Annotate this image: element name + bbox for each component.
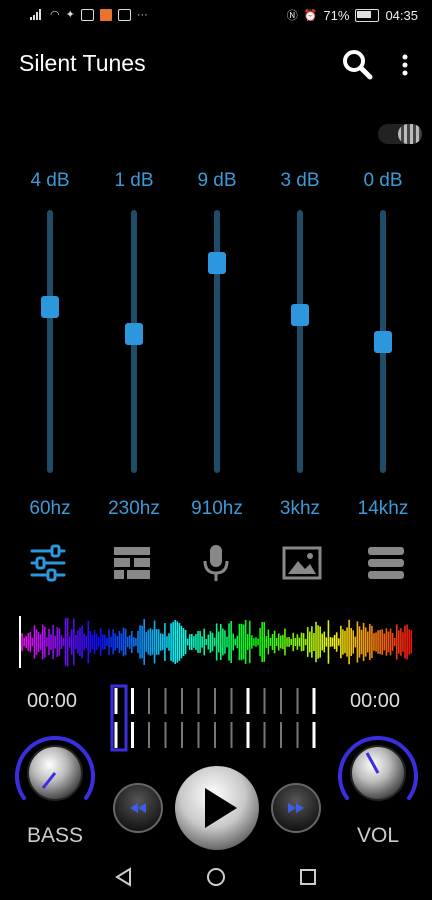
status-bar: ◠ ✦ ··· Ⓝ ⏰ 71% 04:35 [0,0,432,32]
band-slider-thumb[interactable] [125,322,143,345]
image-icon[interactable] [282,543,322,583]
band-slider-thumb[interactable] [374,330,392,353]
bass-knob[interactable] [10,728,100,818]
band-freq-label: 910hz [191,498,243,515]
band-slider-thumb[interactable] [291,304,309,327]
band-db-label: 9 dB [197,170,237,191]
band-db-label: 3 dB [280,170,320,191]
equalizer-icon[interactable] [28,543,68,583]
battery-icon [355,8,380,22]
band-freq-label: 14khz [357,498,409,515]
band-freq-label: 3khz [279,498,321,515]
band-slider-14khz[interactable] [374,210,392,473]
app-notification-icon [80,8,94,21]
toggle-knob [398,124,422,144]
recents-nav-icon[interactable] [297,866,319,888]
play-button[interactable] [173,764,261,852]
nfc-icon: Ⓝ [286,10,298,22]
more-vert-icon[interactable] [400,52,410,78]
back-nav-icon[interactable] [113,866,135,888]
band-db-label: 1 dB [114,170,154,191]
app-notification-icon [99,8,112,21]
vol-label: VOL [356,824,400,847]
waveform-visualizer [19,616,413,668]
band-slider-230hz[interactable] [125,210,143,473]
level-meter [110,684,316,752]
list-icon[interactable] [366,543,406,583]
home-nav-icon[interactable] [205,866,227,888]
band-freq-label: 230hz [108,498,160,515]
previous-button[interactable] [112,782,164,834]
status-time: 04:35 [385,7,418,23]
app-notification-icon [117,8,131,21]
equalizer-toggle[interactable] [378,124,422,144]
twitter-icon: ✦ [65,9,75,21]
meter-highlight [110,684,128,752]
band-freq-label: 60hz [29,498,71,515]
more-notifications-icon: ··· [136,8,148,21]
band-slider-thumb[interactable] [208,251,226,274]
search-icon[interactable] [341,48,373,80]
elapsed-time: 00:00 [27,690,78,712]
battery-percent: 71% [323,7,350,23]
app-title: Silent Tunes [19,50,146,76]
band-slider-3khz[interactable] [291,210,309,473]
volume-knob[interactable] [333,728,423,818]
bass-label: BASS [26,824,84,847]
band-db-label: 4 dB [30,170,70,191]
microphone-icon[interactable] [196,543,236,583]
wifi-icon: ◠ [50,9,60,21]
duration-time: 00:00 [350,690,401,712]
signal-icon [30,9,44,20]
next-button[interactable] [270,782,322,834]
alarm-icon: ⏰ [303,9,318,22]
band-slider-910hz[interactable] [208,210,226,473]
band-slider-thumb[interactable] [41,296,59,319]
band-slider-60hz[interactable] [41,210,59,473]
preset-blocks-icon[interactable] [112,543,152,583]
band-db-label: 0 dB [363,170,403,191]
